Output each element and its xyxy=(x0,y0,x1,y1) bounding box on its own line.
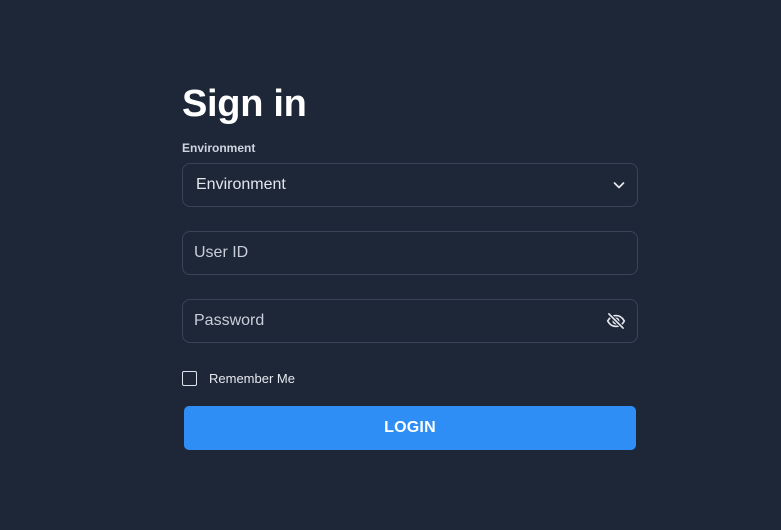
eye-off-icon[interactable] xyxy=(605,310,627,332)
environment-label: Environment xyxy=(182,141,256,155)
environment-select-value: Environment xyxy=(196,176,286,193)
remember-me-label[interactable]: Remember Me xyxy=(209,371,295,386)
user-id-input[interactable] xyxy=(194,244,627,262)
login-button[interactable]: LOGIN xyxy=(184,406,636,450)
remember-me-row: Remember Me xyxy=(182,369,638,387)
environment-select[interactable]: Environment xyxy=(182,163,638,207)
sign-in-form: Sign in Environment Environment Remember… xyxy=(182,82,638,450)
chevron-down-icon xyxy=(611,177,627,193)
password-field-container xyxy=(182,299,638,343)
remember-me-checkbox[interactable] xyxy=(182,370,197,386)
password-input[interactable] xyxy=(194,312,605,330)
user-id-field-container xyxy=(182,231,638,275)
page-title: Sign in xyxy=(182,83,307,125)
